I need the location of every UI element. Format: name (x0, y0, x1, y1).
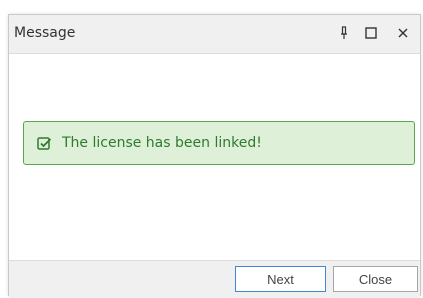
close-icon[interactable] (393, 23, 413, 43)
next-button[interactable]: Next (235, 266, 326, 292)
dialog-footer: Next Close (9, 260, 420, 298)
alert-message: The license has been linked! (62, 135, 262, 151)
close-button[interactable]: Close (333, 266, 418, 292)
checkbox-checked-icon (37, 136, 52, 151)
dialog-title: Message (14, 25, 76, 41)
dialog-content: The license has been linked! (9, 54, 420, 260)
title-bar[interactable]: Message (9, 15, 420, 54)
success-alert: The license has been linked! (23, 121, 415, 165)
pin-icon[interactable] (334, 23, 354, 43)
message-dialog: Message The license has been linked! Nex… (8, 14, 421, 298)
maximize-icon[interactable] (361, 23, 381, 43)
